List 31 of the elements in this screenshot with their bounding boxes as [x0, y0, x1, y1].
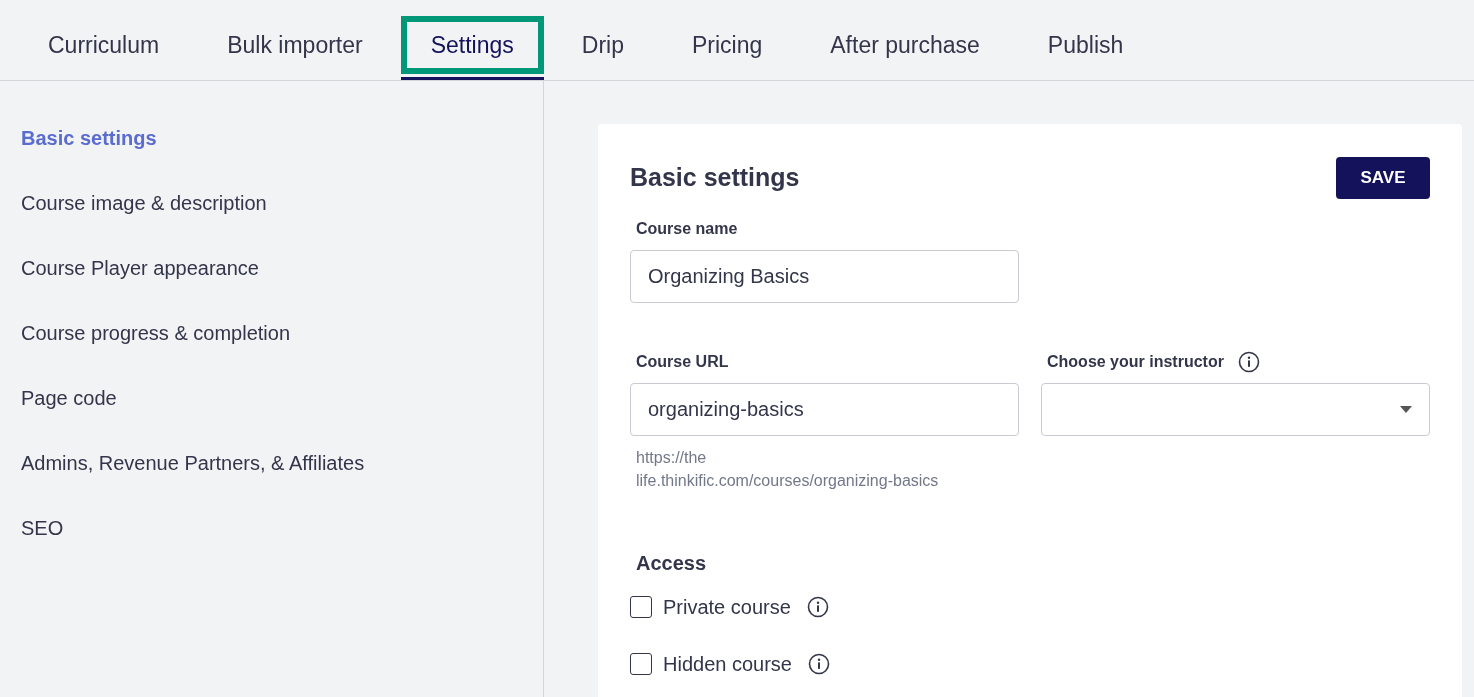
sidebar-item[interactable]: Course Player appearance	[21, 253, 259, 318]
course-url-field[interactable]: organizing-basics	[630, 383, 1019, 436]
course-name-field[interactable]: Organizing Basics	[630, 250, 1019, 303]
card-title: Basic settings	[630, 162, 800, 194]
sidebar-item[interactable]: Page code	[21, 383, 117, 448]
tab[interactable]: Pricing	[661, 16, 793, 74]
sidebar-item[interactable]: SEO	[21, 513, 64, 578]
checkbox[interactable]	[630, 596, 652, 618]
checkbox-label: Private course	[663, 595, 791, 620]
sidebar-item[interactable]: Basic settings	[21, 123, 157, 188]
checkbox-label: Hidden course	[663, 652, 792, 677]
tab[interactable]: Bulk importer	[197, 16, 393, 74]
field-label: Choose your instructor	[1047, 352, 1224, 372]
info-icon[interactable]	[1237, 351, 1260, 373]
tab[interactable]: Settings	[400, 16, 544, 74]
tab[interactable]: Drip	[551, 16, 654, 74]
info-icon[interactable]	[807, 653, 830, 675]
tab[interactable]: Curriculum	[18, 16, 190, 74]
caret-icon	[1400, 406, 1412, 413]
sidebar-item[interactable]: Course progress & completion	[21, 318, 290, 383]
url-hint: https://the life.thinkific.com/courses/organizing-basics	[635, 448, 940, 491]
sidebar-item[interactable]: Admins, Revenue Partners, & Affiliates	[21, 448, 365, 513]
save-button[interactable]: SAVE	[1336, 157, 1430, 199]
section-heading: Access	[635, 551, 708, 576]
tab[interactable]: Publish	[1017, 16, 1154, 74]
tab[interactable]: After purchase	[800, 16, 1010, 74]
field-label: Course URL	[636, 352, 729, 372]
sidebar-item[interactable]: Course image & description	[21, 188, 267, 253]
checkbox[interactable]	[630, 653, 652, 675]
info-icon[interactable]	[806, 596, 829, 618]
field-label: Course name	[636, 219, 738, 239]
